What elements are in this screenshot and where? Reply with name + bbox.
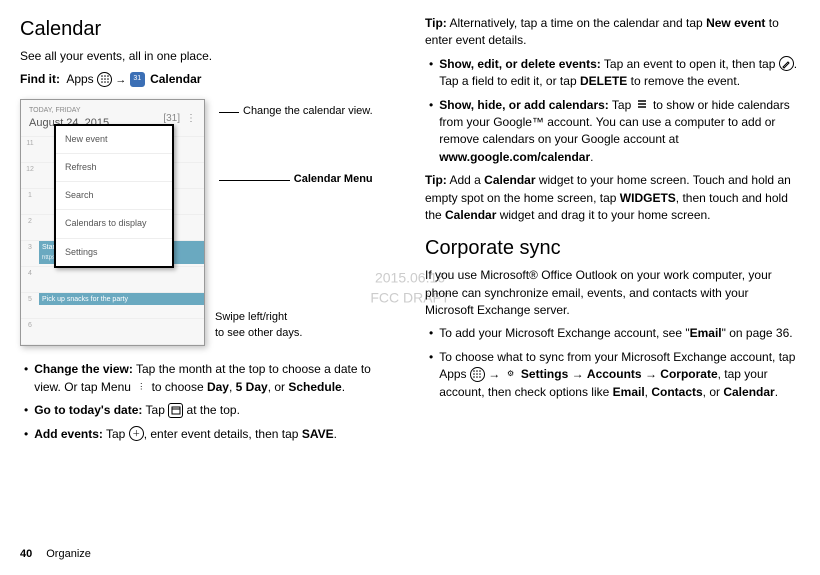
tip-paragraph: Tip: Add a Calendar widget to your home …: [425, 172, 800, 224]
list-item: • Change the view: Tap the month at the …: [20, 361, 395, 396]
page-footer: 40Organize: [20, 547, 91, 563]
annotation: Change the calendar view.: [243, 104, 373, 120]
edit-icon: [779, 56, 794, 71]
tip-paragraph: Tip: Alternatively, tap a time on the ca…: [425, 15, 800, 50]
list-item: • Show, hide, or add calendars: Tap to s…: [425, 97, 800, 167]
annotation: to see other days.: [215, 326, 373, 342]
overflow-icon: ⋮: [134, 380, 148, 394]
subtitle: See all your events, all in one place.: [20, 48, 395, 65]
calendar-screenshot: TODAY, FRIDAY August 24, 2015 [31] ⋮ 11 …: [20, 99, 205, 346]
body-text: If you use Microsoft® Office Outlook on …: [425, 267, 800, 319]
context-menu: New event Refresh Search Calendars to di…: [54, 124, 174, 267]
menu-item: Settings: [56, 239, 172, 266]
list-item: • To add your Microsoft Exchange account…: [425, 325, 800, 342]
menu-item: Calendars to display: [56, 210, 172, 238]
apps-icon: [97, 72, 112, 87]
list-item: • Go to today's date: Tap at the top.: [20, 402, 395, 419]
menu-item: Search: [56, 182, 172, 210]
today-icon: [168, 403, 183, 418]
apps-icon: [470, 367, 485, 382]
annotation: Calendar Menu: [294, 172, 373, 188]
section-heading: Corporate sync: [425, 234, 800, 263]
overflow-icon: ⋮: [186, 112, 196, 127]
calendar-event: Pick up snacks for the party: [39, 293, 204, 305]
menu-item: Refresh: [56, 154, 172, 182]
annotation: Swipe left/right: [215, 310, 373, 326]
list-item: • To choose what to sync from your Micro…: [425, 349, 800, 401]
find-it-line: Find it: Apps → 31 Calendar: [20, 71, 395, 89]
plus-icon: ＋: [129, 426, 144, 441]
list-item: • Add events: Tap ＋, enter event details…: [20, 426, 395, 443]
menu-item: New event: [56, 126, 172, 154]
list-item: • Show, edit, or delete events: Tap an e…: [425, 56, 800, 91]
page-title: Calendar: [20, 15, 395, 44]
settings-icon: ⚙: [504, 367, 518, 381]
hamburger-icon: [635, 97, 650, 112]
calendar-app-icon: 31: [130, 72, 145, 87]
